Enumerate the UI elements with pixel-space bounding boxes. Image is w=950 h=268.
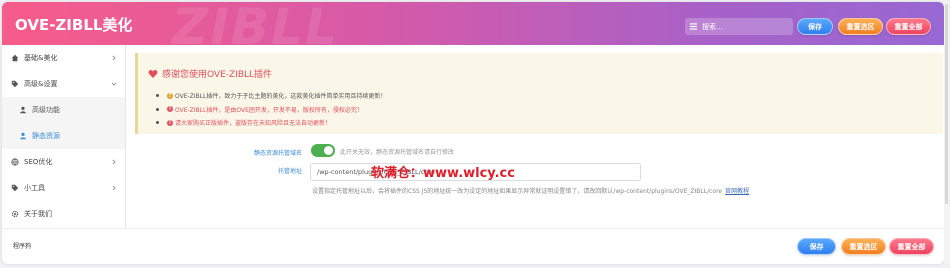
notice-item: ! OVE-ZIBLL插件，是由OVE团开发，开发不易，版权所有，侵权必究！ xyxy=(156,103,386,117)
sidebar-item-advanced-features[interactable]: 高级功能 xyxy=(2,97,125,123)
sidebar-item-widgets[interactable]: 小工具 xyxy=(2,175,125,201)
host-label: 托管地址 xyxy=(277,168,302,175)
heart-icon xyxy=(148,69,158,78)
chevron-right-icon xyxy=(110,158,118,166)
header: ZIBLL OVE-ZIBLL美化 保存 重置选区 重置全部 xyxy=(2,2,944,56)
main-content: 感谢您使用OVE-ZIBLL插件 ! OVE-ZIBLL插件，致力于子比主题的美… xyxy=(126,45,944,228)
info-icon: ! xyxy=(167,119,173,126)
reset-all-button[interactable]: 重置全部 xyxy=(886,18,931,35)
save-button[interactable]: 保存 xyxy=(797,18,833,35)
info-icon: ! xyxy=(167,92,173,99)
notice-item-text: OVE-ZIBLL插件，致力于子比主题的美化，这款美化插件简单实用且持续更新！ xyxy=(175,93,387,101)
home-icon xyxy=(10,53,20,63)
user-icon xyxy=(18,131,28,141)
footer-reset-all-button[interactable]: 重置全部 xyxy=(889,238,934,255)
help-text-body: 设置指定托管地址以后，会将插件的CSS JS的地址统一改为设定的地址如果显示异常… xyxy=(312,188,723,195)
cdn-toggle[interactable] xyxy=(311,144,335,157)
search-box[interactable] xyxy=(685,18,793,35)
info-icon: ! xyxy=(167,106,173,113)
help-text: 设置指定托管地址以后，会将插件的CSS JS的地址统一改为设定的地址如果显示异常… xyxy=(312,186,749,195)
sidebar-item-static-resources[interactable]: 静态资源 xyxy=(2,123,125,149)
chevron-down-icon xyxy=(110,80,118,88)
cdn-description: 此开关无效，静态资源托管域名请自行修改 xyxy=(340,149,455,156)
footer-left-text: 程序狗 xyxy=(13,243,32,250)
user-icon xyxy=(18,105,28,115)
notice-item-text: OVE-ZIBLL插件，是由OVE团开发，开发不易，版权所有，侵权必究！ xyxy=(175,106,363,114)
notice-item: ! 请大家购买正版插件，盗版存在未知风险且无法自动更新！ xyxy=(156,116,386,130)
sidebar-item-label: 静态资源 xyxy=(32,132,60,140)
footer-bar: 程序狗 保存 重置选区 重置全部 xyxy=(2,228,944,264)
notice-item: ! OVE-ZIBLL插件，致力于子比主题的美化，这款美化插件简单实用且持续更新… xyxy=(156,89,386,103)
sidebar-item-label: 高级&设置 xyxy=(24,80,58,88)
chevron-right-icon xyxy=(110,54,118,62)
notice-box: 感谢您使用OVE-ZIBLL插件 ! OVE-ZIBLL插件，致力于子比主题的美… xyxy=(135,53,943,134)
bullet-dot xyxy=(156,94,159,98)
sidebar-item-label: 高级功能 xyxy=(32,106,60,114)
sidebar-item-basic[interactable]: 基础&美化 xyxy=(2,45,125,71)
settings-frame: ZIBLL OVE-ZIBLL美化 保存 重置选区 重置全部 基础&美化 高级&… xyxy=(2,2,944,264)
scrollbar-thumb[interactable] xyxy=(945,4,948,204)
sidebar-item-label: SEO优化 xyxy=(24,158,53,166)
bullet-dot xyxy=(156,107,159,111)
chevron-right-icon xyxy=(110,184,118,192)
tutorial-link[interactable]: 官网教程 xyxy=(725,188,749,195)
gear-icon xyxy=(10,209,20,219)
sidebar-item-label: 小工具 xyxy=(24,184,45,192)
app-title: OVE-ZIBLL美化 xyxy=(15,16,133,34)
tag-icon xyxy=(10,79,20,89)
sidebar-item-advanced[interactable]: 高级&设置 xyxy=(2,71,125,97)
sidebar-item-about[interactable]: 关于我们 xyxy=(2,201,125,227)
notice-title: 感谢您使用OVE-ZIBLL插件 xyxy=(148,67,272,80)
toggle-knob xyxy=(324,146,333,155)
search-icon xyxy=(685,18,702,35)
notice-list: ! OVE-ZIBLL插件，致力于子比主题的美化，这款美化插件简单实用且持续更新… xyxy=(156,89,386,130)
sidebar-item-label: 基础&美化 xyxy=(24,54,58,62)
sidebar-item-seo[interactable]: SEO优化 xyxy=(2,149,125,175)
footer-save-button[interactable]: 保存 xyxy=(797,238,836,255)
sidebar-item-label: 关于我们 xyxy=(24,210,52,218)
bullet-dot xyxy=(156,121,159,125)
cdn-label: 静态资源托管域名 xyxy=(253,150,302,157)
globe-icon xyxy=(10,157,20,167)
notice-item-text: 请大家购买正版插件，盗版存在未知风险且无法自动更新！ xyxy=(175,120,332,128)
footer-reset-section-button[interactable]: 重置选区 xyxy=(841,238,886,255)
notice-title-text: 感谢您使用OVE-ZIBLL插件 xyxy=(162,70,273,80)
tag-icon xyxy=(10,183,20,193)
watermark-overlay: 软满仓：www.wlcy.cc xyxy=(371,166,515,181)
reset-section-button[interactable]: 重置选区 xyxy=(838,18,883,35)
search-input[interactable] xyxy=(702,22,788,31)
sidebar: 基础&美化 高级&设置 高级功能 静态资源 SEO优化 小工具 关于我们 xyxy=(2,45,126,228)
